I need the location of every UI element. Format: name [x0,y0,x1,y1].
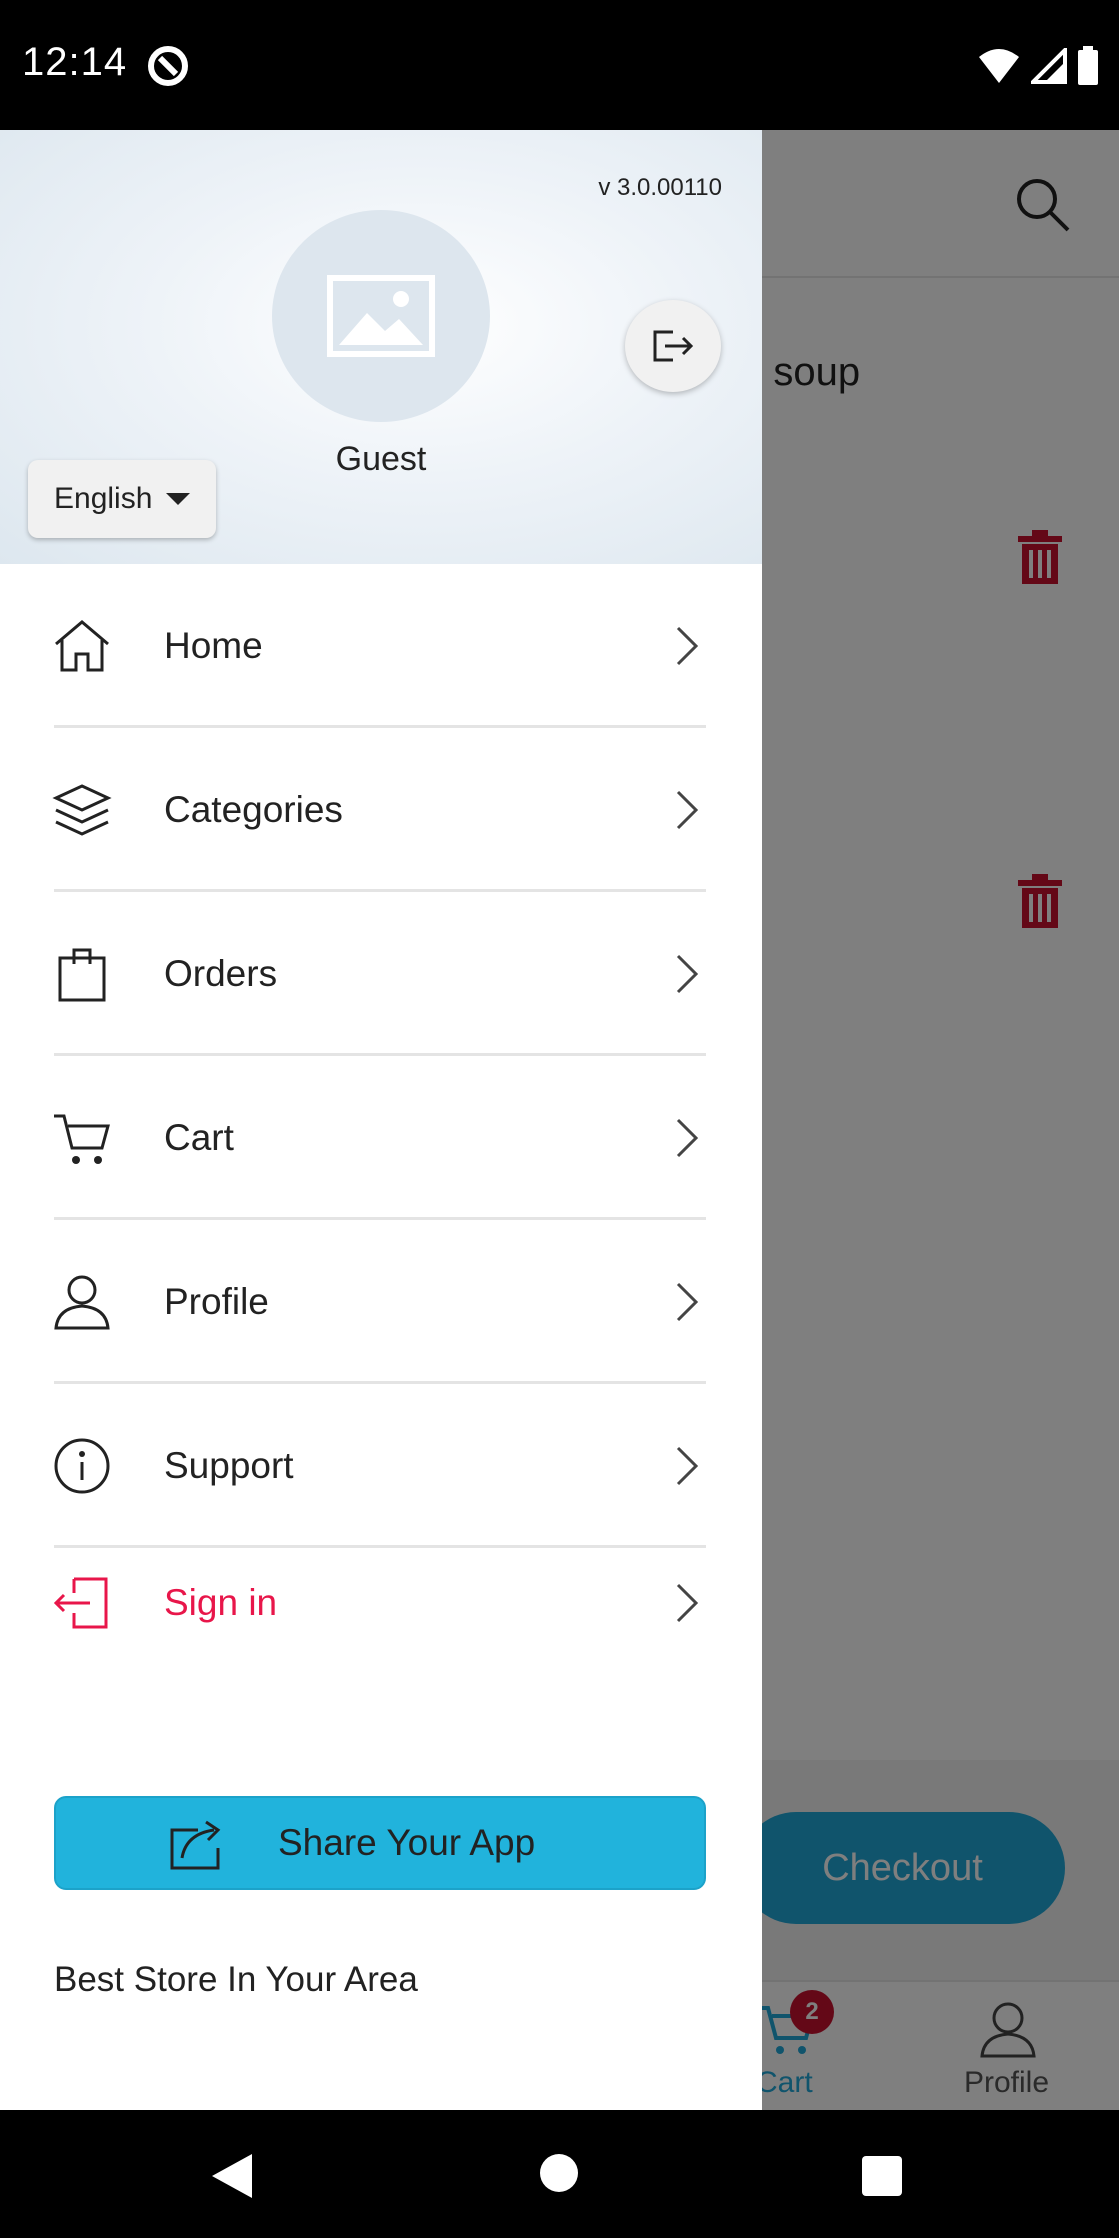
drawer-header: v 3.0.00110 Guest English [0,130,762,564]
store-tagline: Best Store In Your Area [54,1960,418,1999]
caret-down-icon [166,493,191,505]
menu-label: Categories [164,789,343,830]
menu-item-support[interactable]: Support [0,1384,762,1548]
language-dropdown[interactable]: English [28,460,216,538]
home-icon [55,620,109,672]
chevron-right-icon [676,626,699,666]
sign-in-icon [53,1577,108,1629]
status-time: 12:14 [22,40,128,84]
layers-icon [52,784,112,836]
info-icon [54,1438,110,1494]
wifi-icon [979,49,1019,83]
signal-icon [1031,48,1067,84]
language-value: English [54,482,153,515]
bag-icon [58,948,106,1002]
chevron-right-icon [676,1446,699,1486]
logout-icon [653,330,694,362]
chevron-right-icon [676,954,699,994]
chevron-right-icon [676,790,699,830]
image-placeholder-icon [327,275,435,357]
navigation-drawer: v 3.0.00110 Guest English Home Categorie… [0,130,762,2110]
share-app-button[interactable]: Share Your App [54,1796,706,1890]
menu-item-sign-in[interactable]: Sign in [0,1548,762,1658]
menu-item-profile[interactable]: Profile [0,1220,762,1384]
menu-item-home[interactable]: Home [0,564,762,728]
recent-apps-icon[interactable] [862,2156,902,2196]
share-app-label: Share Your App [278,1822,536,1863]
chevron-right-icon [676,1118,699,1158]
home-button-icon[interactable] [540,2154,578,2192]
avatar[interactable] [272,210,490,422]
menu-label: Cart [164,1117,234,1158]
back-icon[interactable] [210,2152,254,2200]
system-navigation-bar [0,2110,1119,2238]
menu-label: Sign in [164,1582,278,1623]
at-sign-icon [148,46,188,86]
app-version: v 3.0.00110 [598,174,722,201]
chevron-right-icon [676,1583,699,1623]
cart-icon [54,1114,110,1164]
status-bar: 12:14 [0,0,1119,130]
menu-label: Profile [164,1281,269,1322]
menu-item-orders[interactable]: Orders [0,892,762,1056]
menu-item-categories[interactable]: Categories [0,728,762,892]
share-icon [170,1820,221,1870]
user-icon [54,1275,110,1330]
status-icons [977,44,1099,88]
menu-label: Orders [164,953,278,994]
user-name: Guest [335,440,427,478]
chevron-right-icon [676,1282,699,1322]
menu-item-cart[interactable]: Cart [0,1056,762,1220]
menu-label: Home [164,625,263,666]
battery-icon [1078,46,1098,85]
drawer-menu: Home Categories Orders Cart Profile Supp… [0,564,762,1658]
logout-button[interactable] [625,300,721,392]
menu-label: Support [164,1445,294,1486]
